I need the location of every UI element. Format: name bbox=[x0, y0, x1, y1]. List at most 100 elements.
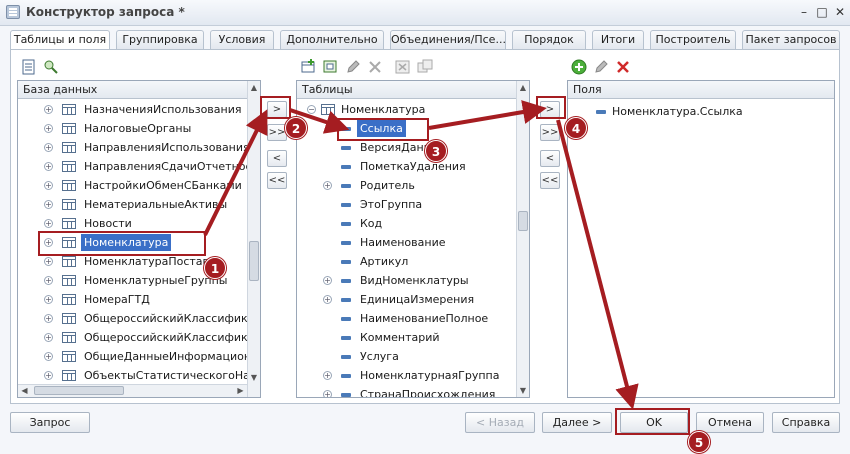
table-label: ОбщероссийскийКлассификато bbox=[84, 331, 247, 344]
cut-table-icon[interactable] bbox=[394, 58, 412, 76]
next-button[interactable]: Далее > bbox=[542, 412, 612, 433]
expand-icon[interactable]: + bbox=[323, 371, 332, 380]
table-row[interactable]: + НаправленияСдачиОтчетност bbox=[18, 157, 247, 176]
query-button[interactable]: Запрос bbox=[10, 412, 90, 433]
add-all-fields-button[interactable]: >> bbox=[540, 124, 560, 141]
expand-icon[interactable]: + bbox=[44, 276, 53, 285]
table-row[interactable]: + ОбщероссийскийКлассификато bbox=[18, 309, 247, 328]
list-item[interactable]: + ЕдиницаИзмерения bbox=[297, 290, 516, 309]
scroll-thumb[interactable] bbox=[518, 211, 528, 231]
expand-icon[interactable]: + bbox=[44, 162, 53, 171]
tab-grouping[interactable]: Группировка bbox=[116, 30, 204, 49]
tab-tables-and-fields[interactable]: Таблицы и поля bbox=[10, 30, 110, 50]
database-vscroll[interactable]: ▲ ▼ bbox=[247, 81, 260, 397]
scroll-right-icon[interactable]: ▶ bbox=[234, 385, 247, 397]
expand-icon[interactable]: + bbox=[323, 390, 332, 397]
scroll-up-icon[interactable]: ▲ bbox=[248, 81, 260, 94]
add-all-tables-button[interactable]: >> bbox=[267, 124, 287, 141]
scroll-left-icon[interactable]: ◀ bbox=[18, 385, 31, 397]
collapse-icon[interactable]: − bbox=[307, 105, 316, 114]
table-row[interactable]: + ОбщиеДанныеИнформационно bbox=[18, 347, 247, 366]
list-item[interactable]: Комментарий bbox=[297, 328, 516, 347]
tables-vscroll[interactable]: ▲ ▼ bbox=[516, 81, 529, 397]
table-row[interactable]: + НастройкиОбменСБанками bbox=[18, 176, 247, 195]
minimize-button[interactable]: – bbox=[796, 4, 812, 20]
tab-additional[interactable]: Дополнительно bbox=[280, 30, 384, 49]
table-row[interactable]: + НомераГТД bbox=[18, 290, 247, 309]
remove-field-icon[interactable] bbox=[614, 58, 632, 76]
list-item[interactable]: Номенклатура.Ссылка bbox=[568, 102, 818, 121]
expand-icon[interactable]: + bbox=[44, 257, 53, 266]
list-item[interactable]: Услуга bbox=[297, 347, 516, 366]
scroll-down-icon[interactable]: ▼ bbox=[517, 384, 529, 397]
expand-icon[interactable]: + bbox=[44, 219, 53, 228]
tab-unions-aliases[interactable]: Объединения/Псе... bbox=[390, 30, 506, 49]
list-item[interactable]: + ВидНоменклатуры bbox=[297, 271, 516, 290]
cancel-button[interactable]: Отмена bbox=[696, 412, 764, 433]
tab-builder[interactable]: Построитель bbox=[650, 30, 736, 49]
add-field-icon[interactable] bbox=[570, 58, 588, 76]
scroll-down-icon[interactable]: ▼ bbox=[248, 371, 260, 384]
hscroll-thumb[interactable] bbox=[34, 386, 124, 395]
table-row[interactable]: + НалоговыеОрганы bbox=[18, 119, 247, 138]
expand-icon[interactable]: + bbox=[44, 105, 53, 114]
list-item[interactable]: + НоменклатурнаяГруппа bbox=[297, 366, 516, 385]
delete-icon[interactable] bbox=[366, 58, 384, 76]
table-row[interactable]: + НаправленияИспользованияПр bbox=[18, 138, 247, 157]
expand-icon[interactable]: + bbox=[44, 314, 53, 323]
window-title: Конструктор запроса * bbox=[26, 5, 185, 19]
expand-icon[interactable]: + bbox=[323, 181, 332, 190]
list-item[interactable]: НаименованиеПолное bbox=[297, 309, 516, 328]
table-row[interactable]: + НазначенияИспользования bbox=[18, 100, 247, 119]
table-icon bbox=[62, 199, 76, 210]
list-item[interactable]: + СтранаПроисхождения bbox=[297, 385, 516, 397]
expand-icon[interactable]: + bbox=[44, 295, 53, 304]
list-icon[interactable] bbox=[20, 58, 38, 76]
expand-icon[interactable]: + bbox=[44, 352, 53, 361]
close-button[interactable]: ✕ bbox=[832, 4, 848, 20]
list-item[interactable]: + Родитель bbox=[297, 176, 516, 195]
remove-field-button[interactable]: < bbox=[540, 150, 560, 167]
maximize-button[interactable]: □ bbox=[814, 4, 830, 20]
add-nested-query-icon[interactable] bbox=[322, 58, 340, 76]
table-label: ОбщероссийскийКлассификато bbox=[84, 312, 247, 325]
list-item[interactable]: ЭтоГруппа bbox=[297, 195, 516, 214]
field-icon bbox=[341, 146, 351, 150]
expand-icon[interactable]: + bbox=[44, 181, 53, 190]
list-item[interactable]: Артикул bbox=[297, 252, 516, 271]
expand-icon[interactable]: + bbox=[44, 200, 53, 209]
remove-all-fields-button[interactable]: << bbox=[540, 172, 560, 189]
tab-query-batch[interactable]: Пакет запросов bbox=[742, 30, 840, 49]
table-row[interactable]: + НематериальныеАктивы bbox=[18, 195, 247, 214]
back-button[interactable]: < Назад bbox=[465, 412, 535, 433]
list-item[interactable]: Код bbox=[297, 214, 516, 233]
expand-icon[interactable]: + bbox=[44, 143, 53, 152]
tables-tree: − Номенклатура Ссылка ВерсияДанных ПометкаУд… bbox=[297, 100, 516, 397]
add-table-icon[interactable] bbox=[300, 58, 318, 76]
remove-table-button[interactable]: < bbox=[267, 150, 287, 167]
table-row[interactable]: + ОбщероссийскийКлассификато bbox=[18, 328, 247, 347]
expand-icon[interactable]: + bbox=[44, 371, 53, 380]
tab-totals[interactable]: Итоги bbox=[592, 30, 644, 49]
expand-icon[interactable]: + bbox=[323, 276, 332, 285]
expand-icon[interactable]: + bbox=[323, 295, 332, 304]
list-item[interactable]: ПометкаУдаления bbox=[297, 157, 516, 176]
tab-order[interactable]: Порядок bbox=[512, 30, 586, 49]
tab-conditions[interactable]: Условия bbox=[210, 30, 274, 49]
expand-icon[interactable]: + bbox=[44, 124, 53, 133]
step-badge-2: 2 bbox=[285, 117, 307, 139]
remove-all-tables-button[interactable]: << bbox=[267, 172, 287, 189]
help-button[interactable]: Справка bbox=[772, 412, 840, 433]
scroll-thumb[interactable] bbox=[249, 241, 259, 281]
step-badge-5: 5 bbox=[688, 431, 710, 453]
search-tables-icon[interactable] bbox=[42, 58, 60, 76]
list-item[interactable]: Наименование bbox=[297, 233, 516, 252]
table-row[interactable]: − Номенклатура bbox=[297, 100, 516, 119]
edit-icon[interactable] bbox=[344, 58, 362, 76]
table-row[interactable]: + ОбъектыСтатистическогоНабл bbox=[18, 366, 247, 384]
edit-field-icon[interactable] bbox=[592, 58, 610, 76]
replace-table-icon[interactable] bbox=[416, 58, 434, 76]
scroll-up-icon[interactable]: ▲ bbox=[517, 81, 529, 94]
database-hscroll[interactable]: ◀ ▶ bbox=[18, 384, 247, 397]
expand-icon[interactable]: + bbox=[44, 333, 53, 342]
